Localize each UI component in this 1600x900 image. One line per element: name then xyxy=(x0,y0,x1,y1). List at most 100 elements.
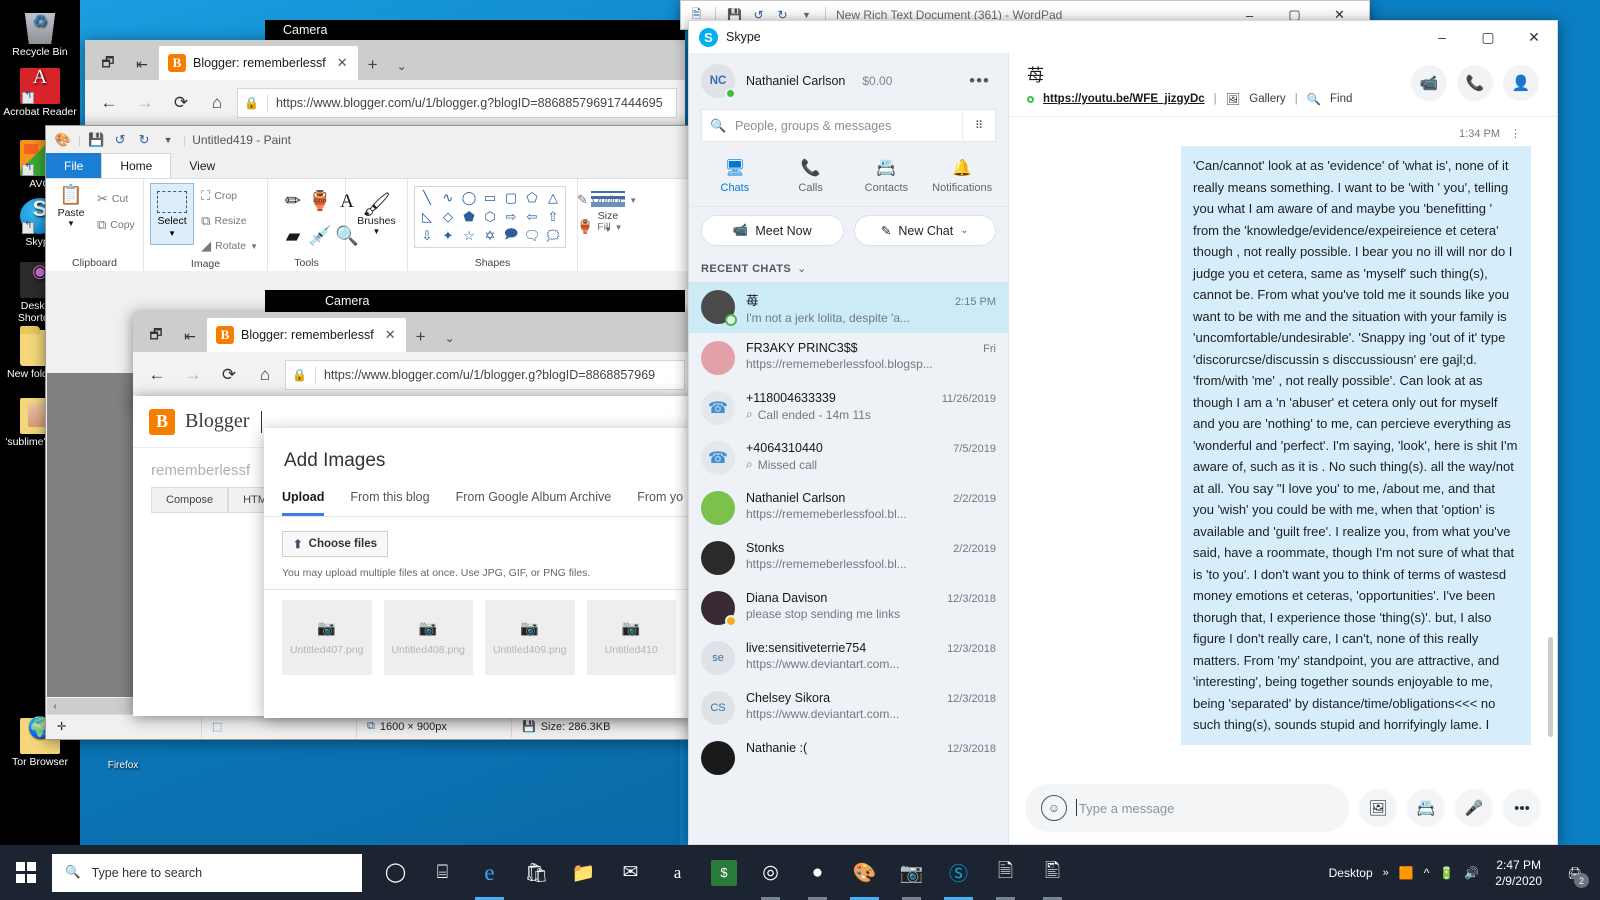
tab-contacts[interactable]: 📇 Contacts xyxy=(849,152,925,200)
volume-icon[interactable]: 🔊 xyxy=(1464,866,1479,880)
show-hidden-icons-chevron[interactable]: ^ xyxy=(1424,866,1430,880)
camera-icon[interactable]: ◎ xyxy=(747,845,794,900)
voice-call-icon[interactable]: 📞 xyxy=(1457,65,1493,101)
start-button[interactable] xyxy=(0,845,52,900)
dialpad-icon[interactable]: ⠿ xyxy=(962,109,995,142)
copy-button[interactable]: ⧉ Copy xyxy=(94,215,138,235)
desktop-peek-label[interactable]: Desktop xyxy=(1329,866,1373,880)
message-scrollbar[interactable] xyxy=(1548,637,1553,737)
back-arrow-icon[interactable]: ← xyxy=(141,359,173,391)
message-menu-icon[interactable]: ⋮ xyxy=(1510,127,1521,140)
list-item[interactable]: CS Chelsey Sikora 12/3/2018 https://www.… xyxy=(689,683,1008,733)
conversation-link[interactable]: https://youtu.be/WFE_jizgyDc xyxy=(1043,93,1205,105)
chevron-down-icon[interactable]: ⌄ xyxy=(436,331,464,352)
money-icon[interactable]: $ xyxy=(711,859,737,886)
more-icon[interactable]: ••• xyxy=(1503,789,1541,827)
list-item[interactable]: Nathaniel Carlson 2/2/2019 https://remem… xyxy=(689,483,1008,533)
store-icon[interactable]: 🛍 xyxy=(513,845,560,900)
action-center-icon[interactable]: 🖨 2 xyxy=(1558,845,1592,900)
desktop-icon-recycle-bin[interactable]: Recycle Bin xyxy=(0,8,80,59)
new-tab-button[interactable]: + xyxy=(406,327,436,352)
profile-more-icon[interactable]: ••• xyxy=(969,71,996,91)
list-item[interactable]: ☎ +4064310440 7/5/2019 ⌕ Missed call xyxy=(689,433,1008,483)
other-icon[interactable]: 🖺 xyxy=(1029,845,1076,900)
maximize-button[interactable]: ▢ xyxy=(1465,21,1511,53)
shape-palette[interactable]: ╲ ∿ ◯ ▭ ▢ ⬠ △ ◺ ◇ ⬟ ⬡ ⇨ ⇦ ⇧ ⇩ ✦ ☆ ✡ 🗩 🗨 🗯 xyxy=(414,186,566,248)
desktop-icon-acrobat-reader[interactable]: Acrobat Reader xyxy=(0,68,80,119)
paint-icon[interactable]: 🎨 xyxy=(841,845,888,900)
tab-preview-icon[interactable]: 🗗 xyxy=(91,48,125,80)
browser-tab[interactable]: B Blogger: rememberlessf ✕ xyxy=(159,46,358,80)
chrome-icon[interactable]: ● xyxy=(794,845,841,900)
edge-icon[interactable]: e xyxy=(466,845,513,900)
save-icon[interactable]: 💾 xyxy=(87,131,105,149)
tray-overflow-icon[interactable]: » xyxy=(1383,867,1389,879)
brushes-button[interactable]: 🖌 Brushes ▼ xyxy=(354,191,399,238)
refresh-icon[interactable]: ⟳ xyxy=(165,87,197,119)
list-item[interactable]: Stonks 2/2/2019 https://rememeberlessfoo… xyxy=(689,533,1008,583)
list-item[interactable]: FR3AKY PRINC3$$ Fri https://rememeberles… xyxy=(689,333,1008,383)
close-tab-icon[interactable]: ✕ xyxy=(337,55,348,71)
choose-files-button[interactable]: ⬆ Choose files xyxy=(282,531,389,557)
redo-icon[interactable]: ↻ xyxy=(135,131,153,149)
home-icon[interactable]: ⌂ xyxy=(249,359,281,391)
clock[interactable]: 2:47 PM 2/9/2020 xyxy=(1489,857,1548,889)
cut-button[interactable]: ✂ Cut xyxy=(94,189,138,209)
close-tab-icon[interactable]: ✕ xyxy=(385,327,396,343)
profile-row[interactable]: NC Nathaniel Carlson $0.00 ••• xyxy=(689,53,1008,107)
scroll-left-icon[interactable]: ‹ xyxy=(47,701,63,712)
amazon-icon[interactable]: a xyxy=(654,845,701,900)
tab-compose[interactable]: Compose xyxy=(151,487,229,513)
wordpad-icon[interactable]: 🗎 xyxy=(982,845,1029,900)
tab-from-your-phone[interactable]: From yo xyxy=(637,490,683,516)
tab-from-this-blog[interactable]: From this blog xyxy=(350,490,429,516)
thumbnail-item[interactable]: 📷 Untitled407.png xyxy=(282,600,372,675)
list-item[interactable]: Nathanie :( 12/3/2018 xyxy=(689,733,1008,783)
tab-from-google-album-archive[interactable]: From Google Album Archive xyxy=(456,490,612,516)
mail-icon[interactable]: ✉ xyxy=(607,845,654,900)
rotate-button[interactable]: ◢ Rotate ▼ xyxy=(198,236,261,256)
tab-upload[interactable]: Upload xyxy=(282,490,325,516)
crop-button[interactable]: ⛶ Crop xyxy=(198,186,261,206)
search-input[interactable]: 🔍 People, groups & messages ⠿ xyxy=(701,109,996,142)
set-tabs-aside-icon[interactable]: ⇤ xyxy=(173,320,207,352)
forward-arrow-icon[interactable]: → xyxy=(129,87,161,119)
tab-preview-icon[interactable]: 🗗 xyxy=(139,320,173,352)
video-call-icon[interactable]: 📹 xyxy=(1411,65,1447,101)
set-tabs-aside-icon[interactable]: ⇤ xyxy=(125,48,159,80)
tab-chats[interactable]: 🖥 Chats xyxy=(697,152,773,200)
meet-now-button[interactable]: 📹 Meet Now xyxy=(701,215,844,246)
forward-arrow-icon[interactable]: → xyxy=(177,359,209,391)
message-area[interactable]: 1:34 PM ⋮ 'Can/cannot' look at as 'evide… xyxy=(1009,117,1557,774)
resize-button[interactable]: ⧉ Resize xyxy=(198,211,261,231)
paste-button[interactable]: 📋 Paste ▼ xyxy=(52,183,90,230)
microphone-icon[interactable]: 🎤 xyxy=(1455,789,1493,827)
cortana-icon[interactable]: ◯ xyxy=(372,845,419,900)
image-icon[interactable]: 🖼 xyxy=(1359,789,1397,827)
recent-chats-header[interactable]: RECENT CHATS ⌄ xyxy=(689,256,1008,282)
address-bar-inner[interactable]: 🔒 https://www.blogger.com/u/1/blogger.g?… xyxy=(285,360,685,390)
undo-icon[interactable]: ↺ xyxy=(111,131,129,149)
tab-notifications[interactable]: 🔔 Notifications xyxy=(924,152,1000,200)
chevron-down-icon[interactable]: ⌄ xyxy=(960,225,968,236)
chat-list[interactable]: 苺 2:15 PM I'm not a jerk lolita, despite… xyxy=(689,282,1008,844)
thumbnail-item[interactable]: 📷 Untitled408.png xyxy=(383,600,473,675)
tab-home[interactable]: Home xyxy=(101,153,172,178)
find-button[interactable]: Find xyxy=(1330,93,1352,105)
task-view-icon[interactable]: ⌸ xyxy=(419,845,466,900)
home-icon[interactable]: ⌂ xyxy=(201,87,233,119)
message-input[interactable]: ☺ Type a message xyxy=(1025,784,1349,832)
list-item[interactable]: se live:sensitiveterrie754 12/3/2018 htt… xyxy=(689,633,1008,683)
list-item[interactable]: ☎ +118004633339 11/26/2019 ⌕ Call ended … xyxy=(689,383,1008,433)
skype-icon[interactable]: Ⓢ xyxy=(935,845,982,900)
new-chat-button[interactable]: ✎ New Chat ⌄ xyxy=(853,215,996,246)
chevron-down-icon[interactable]: ⌄ xyxy=(797,262,807,275)
list-item[interactable]: 苺 2:15 PM I'm not a jerk lolita, despite… xyxy=(689,282,1008,333)
blogger-logo[interactable]: B Blogger xyxy=(149,408,249,435)
chevron-down-icon[interactable]: ⌄ xyxy=(388,59,416,80)
gallery-button[interactable]: Gallery xyxy=(1249,93,1285,105)
avatar[interactable]: NC xyxy=(701,64,736,99)
add-person-icon[interactable]: 👤 xyxy=(1503,65,1539,101)
back-arrow-icon[interactable]: ← xyxy=(93,87,125,119)
customize-qat-icon[interactable]: ▼ xyxy=(159,131,177,149)
